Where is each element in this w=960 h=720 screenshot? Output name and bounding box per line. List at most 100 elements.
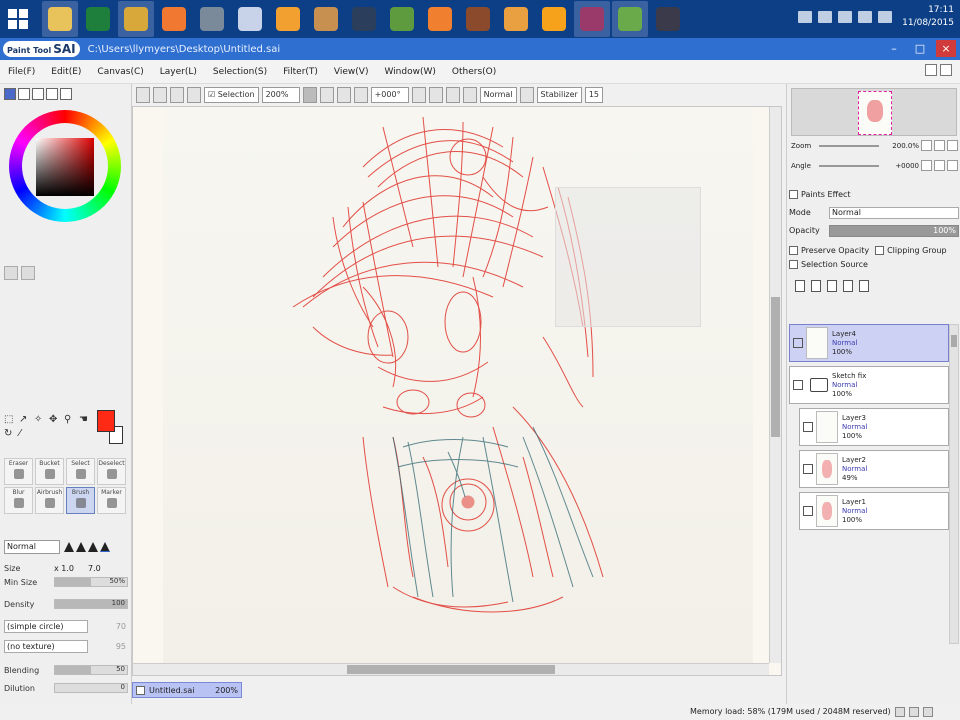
new-linework-layer-icon[interactable]: [811, 280, 821, 292]
brush-shape-combo[interactable]: (simple circle): [4, 620, 88, 633]
brush-tool-airbrush[interactable]: Airbrush: [35, 487, 64, 514]
color-wheel-tab[interactable]: [4, 88, 16, 100]
size-value[interactable]: 7.0: [88, 564, 101, 573]
navigator-preview[interactable]: [791, 88, 957, 136]
vertical-scroll-thumb[interactable]: [771, 297, 780, 437]
magic-wand-icon[interactable]: ✧: [34, 414, 46, 426]
new-folder-icon[interactable]: [827, 280, 837, 292]
view-mode-select[interactable]: Normal: [479, 87, 517, 103]
stabilizer-select[interactable]: 15: [584, 87, 604, 103]
zoom-dropdown-button[interactable]: [302, 87, 317, 103]
flip-button[interactable]: [462, 87, 477, 103]
min-size-slider[interactable]: 50%: [54, 577, 128, 587]
brush-texture-combo[interactable]: (no texture): [4, 640, 88, 653]
layer-row[interactable]: Layer1 Normal 100%: [799, 492, 949, 530]
taskbar-app-app-tools[interactable]: [308, 1, 344, 37]
navigator-angle-slider[interactable]: [818, 165, 879, 167]
taskbar-app-excel[interactable]: [80, 1, 116, 37]
saturation-value-box[interactable]: [36, 138, 94, 196]
layer-row[interactable]: Layer3 Normal 100%: [799, 408, 949, 446]
tip-shape-4[interactable]: [100, 542, 110, 552]
layer-visibility-icon[interactable]: [793, 338, 803, 348]
rgb-slider-tab[interactable]: [18, 88, 30, 100]
zoom-in-button[interactable]: [319, 87, 334, 103]
drawing-canvas[interactable]: [163, 107, 753, 663]
taskbar-app-app-winrar[interactable]: [574, 1, 610, 37]
brush-tool-blur[interactable]: Blur: [4, 487, 33, 514]
delete-layer-icon[interactable]: [859, 280, 869, 292]
deselect-button[interactable]: [153, 87, 167, 103]
blending-slider[interactable]: 50: [54, 665, 128, 675]
taskbar-app-app-house[interactable]: [498, 1, 534, 37]
density-slider[interactable]: 100: [54, 599, 128, 609]
layer-mode-select[interactable]: Normal: [829, 206, 959, 219]
layer-visibility-icon[interactable]: [803, 464, 813, 474]
scratchpad-tab[interactable]: [60, 88, 72, 100]
clipping-group-checkbox[interactable]: [875, 246, 885, 255]
layer-visibility-icon[interactable]: [803, 506, 813, 516]
menu-item-view[interactable]: View(V): [334, 67, 369, 77]
doc-minimize-button[interactable]: [925, 64, 937, 76]
selection-source-checkbox[interactable]: [789, 260, 798, 269]
zoom-icon[interactable]: ⚲: [64, 414, 76, 426]
hide-selection-button[interactable]: [187, 87, 201, 103]
status-icon-2[interactable]: [908, 707, 919, 717]
brush-tool-brush[interactable]: Brush: [66, 487, 95, 514]
nav-rotate-left-button[interactable]: [921, 160, 932, 171]
lasso-icon[interactable]: ↗: [19, 414, 31, 426]
move-icon[interactable]: ✥: [49, 414, 61, 426]
brush-shape-value[interactable]: 70: [92, 620, 126, 632]
taskbar-app-app-palette[interactable]: [232, 1, 268, 37]
dilution-slider[interactable]: 0: [54, 683, 128, 693]
layer-visibility-icon[interactable]: [803, 422, 813, 432]
menu-item-others[interactable]: Others(O): [452, 67, 496, 77]
selection-checkbox[interactable]: ☑ Selection: [204, 87, 259, 103]
nav-zoom-reset-button[interactable]: [947, 140, 958, 151]
minimize-button[interactable]: –: [884, 40, 904, 57]
taskbar-app-chrome[interactable]: [118, 1, 154, 37]
taskbar-app-file-explorer[interactable]: [42, 1, 78, 37]
navigator-zoom-slider[interactable]: [819, 145, 879, 147]
rotate-reset-button[interactable]: [445, 87, 460, 103]
taskbar-app-steam[interactable]: [346, 1, 382, 37]
swatches-tab[interactable]: [46, 88, 58, 100]
taskbar-app-media-player[interactable]: [536, 1, 572, 37]
brush-texture-value[interactable]: 95: [92, 640, 126, 652]
menu-item-canvas[interactable]: Canvas(C): [97, 67, 143, 77]
paint-effect-toggle[interactable]: [789, 190, 798, 199]
network-icon[interactable]: [838, 11, 853, 23]
zoom-field[interactable]: 200%: [261, 87, 300, 103]
taskbar-app-app-bird[interactable]: [194, 1, 230, 37]
preserve-opacity-checkbox[interactable]: [789, 246, 798, 255]
taskbar-app-app-globe[interactable]: [612, 1, 648, 37]
taskbar-app-app-flame[interactable]: [270, 1, 306, 37]
menu-item-layer[interactable]: Layer(L): [160, 67, 197, 77]
hand-icon[interactable]: ☚: [79, 414, 91, 426]
brush-blend-mode-select[interactable]: Normal: [4, 540, 60, 554]
taskbar-app-app-fox[interactable]: [422, 1, 458, 37]
taskbar-app-paint-sai-orange[interactable]: [156, 1, 192, 37]
invert-selection-button[interactable]: [170, 87, 184, 103]
close-button[interactable]: ×: [936, 40, 956, 57]
layer-row[interactable]: Layer4 Normal 100%: [789, 324, 949, 362]
maximize-button[interactable]: □: [910, 40, 930, 57]
menu-item-file[interactable]: File(F): [8, 67, 35, 77]
start-button[interactable]: [0, 0, 36, 38]
file-tab-checkbox[interactable]: [136, 685, 145, 695]
layer-row[interactable]: Sketch fix Normal 100%: [789, 366, 949, 404]
file-tab[interactable]: Untitled.sai 200%: [132, 682, 242, 698]
doc-restore-button[interactable]: [940, 64, 952, 76]
tip-shape-2[interactable]: [76, 542, 86, 552]
volume-icon[interactable]: [858, 11, 873, 23]
zoom-reset-button[interactable]: [353, 87, 368, 103]
brush-tool-deselect[interactable]: Deselect: [97, 458, 126, 485]
brush-tool-select[interactable]: Select: [66, 458, 95, 485]
brush-tool-bucket[interactable]: Bucket: [35, 458, 64, 485]
brush-tool-marker[interactable]: Marker: [97, 487, 126, 514]
rect-select-icon[interactable]: ⬚: [4, 414, 16, 426]
status-icon-3[interactable]: [922, 707, 933, 717]
rotate-right-button[interactable]: [428, 87, 443, 103]
menu-item-edit[interactable]: Edit(E): [51, 67, 81, 77]
layer-row[interactable]: Layer2 Normal 49%: [799, 450, 949, 488]
nav-zoom-out-button[interactable]: [921, 140, 932, 151]
